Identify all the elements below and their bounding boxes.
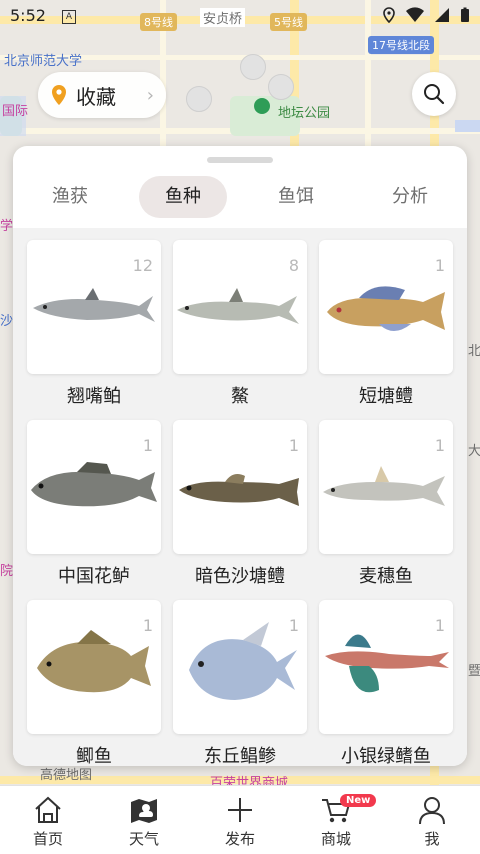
search-icon	[424, 84, 445, 105]
tab-bait[interactable]: 鱼饵	[259, 176, 333, 218]
fish-card[interactable]: 1	[27, 600, 161, 734]
map-edge-label: 国际	[2, 104, 29, 119]
bus-stop-icon[interactable]	[186, 86, 212, 112]
battery-icon	[461, 7, 469, 22]
fish-card[interactable]: 1	[173, 420, 307, 554]
nav-label: 发布	[224, 830, 255, 848]
map-edge-label: 沙	[0, 314, 14, 329]
fish-name: 短塘鳢	[359, 386, 413, 407]
fish-name: 小银绿鳍鱼	[341, 746, 431, 766]
favorites-button[interactable]: 收藏 ›	[38, 72, 166, 118]
nav-shop[interactable]: New 商城	[288, 786, 384, 854]
nav-weather[interactable]: 天气	[96, 786, 192, 854]
fish-image	[31, 462, 157, 507]
fish-card[interactable]: 8	[173, 240, 307, 374]
map-label: 高德地图	[40, 768, 93, 783]
fish-card[interactable]: 1	[319, 240, 453, 374]
fish-card[interactable]: 1	[27, 420, 161, 554]
nav-label: 商城	[320, 830, 351, 848]
tab-bar: 渔获 鱼种 鱼饵 分析	[13, 176, 467, 218]
fish-image	[177, 288, 299, 324]
nav-label: 首页	[32, 830, 63, 848]
fish-image	[323, 466, 445, 506]
fish-image	[179, 474, 299, 506]
fish-card[interactable]: 1	[173, 600, 307, 734]
fish-image	[325, 634, 449, 693]
fish-card[interactable]: 12	[27, 240, 161, 374]
fish-name: 鰲	[231, 386, 249, 407]
map-edge-label: 学	[0, 219, 14, 234]
bus-stop-icon[interactable]	[268, 74, 294, 100]
map-edge-label: 北	[468, 344, 480, 359]
chevron-right-icon: ›	[146, 85, 154, 106]
fish-name: 暗色沙塘鳢	[195, 566, 285, 587]
fish-name: 中国花鲈	[58, 566, 130, 587]
user-icon	[419, 797, 445, 825]
fish-image	[189, 622, 297, 700]
map-edge-label: 院	[0, 564, 14, 579]
search-button[interactable]	[412, 72, 456, 116]
drag-handle[interactable]	[207, 157, 273, 163]
fish-name: 东丘鲳鲹	[204, 746, 276, 766]
tab-species[interactable]: 鱼种	[139, 176, 227, 218]
tab-catch[interactable]: 渔获	[33, 176, 107, 218]
home-icon	[35, 796, 61, 823]
fish-image	[37, 630, 151, 693]
plus-icon	[228, 798, 252, 822]
status-bar: 5:52 A	[0, 0, 480, 32]
fish-name: 翘嘴鲌	[67, 386, 121, 407]
nav-home[interactable]: 首页	[0, 786, 96, 854]
fish-grid: 12 8 1 翘嘴鲌 鰲 短塘鳢 1 1 1 中国花鲈 暗色沙塘鳢 麦穗鱼 1 …	[13, 228, 467, 766]
nav-label: 天气	[128, 830, 159, 848]
map-label: 北京师范大学	[4, 54, 83, 69]
fish-name: 麦穗鱼	[359, 566, 413, 587]
road-badge: 17号线北段	[368, 36, 434, 54]
bottom-navigation: 首页 天气 发布 New 商城 我	[0, 785, 480, 854]
tab-analysis[interactable]: 分析	[373, 176, 447, 218]
nav-label: 我	[424, 830, 440, 848]
new-badge: New	[340, 794, 377, 807]
park-marker-icon[interactable]	[254, 98, 270, 114]
location-icon	[383, 7, 395, 23]
fish-image	[33, 288, 155, 322]
nav-me[interactable]: 我	[384, 786, 480, 854]
wifi-icon	[406, 7, 424, 23]
location-pin-icon	[52, 85, 66, 105]
signal-icon	[435, 8, 449, 22]
notification-icon: A	[62, 10, 76, 24]
map-edge-label: 暨	[468, 664, 480, 679]
map-label: 地坛公园	[278, 106, 331, 121]
fish-card[interactable]: 1	[319, 600, 453, 734]
fish-image	[327, 286, 445, 331]
status-time: 5:52	[10, 6, 46, 25]
map-label: 百荣世界商城	[210, 776, 289, 785]
nav-post[interactable]: 发布	[192, 786, 288, 854]
fish-species-sheet: 渔获 鱼种 鱼饵 分析 12 8 1 翘嘴鲌 鰲 短塘鳢 1 1 1 中国花鲈 …	[13, 146, 467, 766]
fish-card[interactable]: 1	[319, 420, 453, 554]
fish-name: 鲫鱼	[76, 746, 112, 766]
map-edge-label: 大	[468, 444, 480, 459]
weather-icon	[131, 799, 157, 823]
bus-stop-icon[interactable]	[240, 54, 266, 80]
favorites-label: 收藏	[76, 84, 116, 109]
